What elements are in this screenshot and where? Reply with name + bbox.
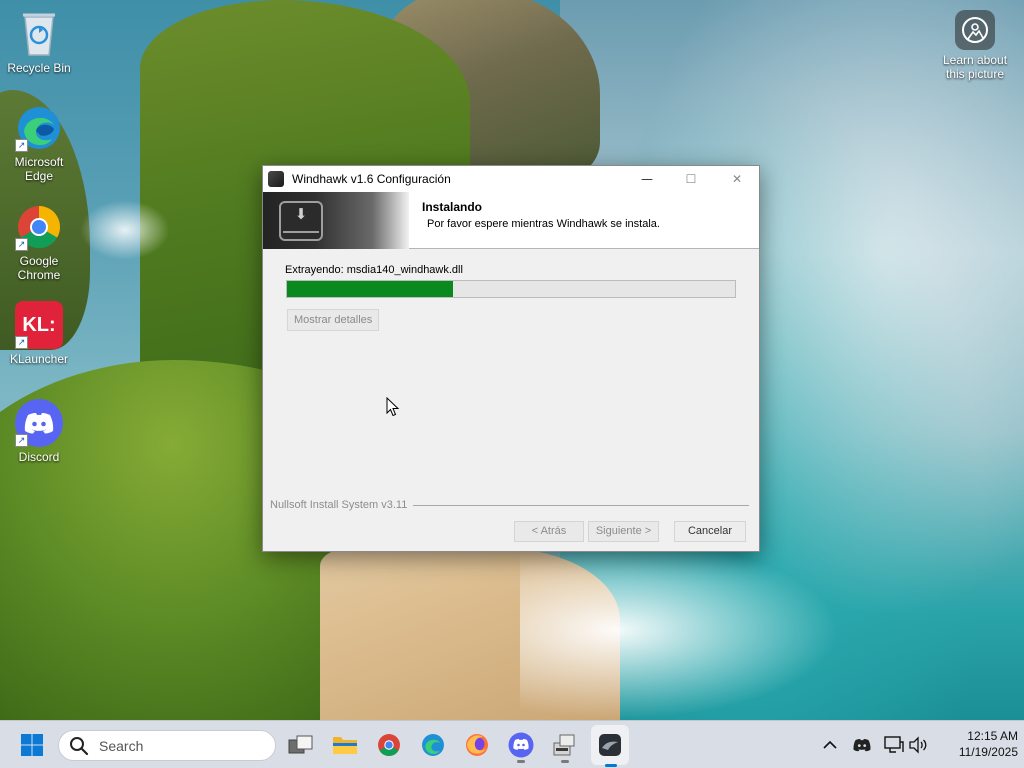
installer-icon — [553, 734, 575, 756]
start-button[interactable] — [16, 729, 48, 761]
recycle-bin-label: Recycle Bin — [7, 61, 71, 75]
maximize-button[interactable]: ☐ — [669, 166, 713, 192]
discord-icon: ↗ — [15, 399, 63, 447]
network-icon — [884, 736, 904, 753]
window-titlebar[interactable]: Windhawk v1.6 Configuración — ☐ ✕ — [263, 166, 759, 192]
nsis-branding: Nullsoft Install System v3.11 — [270, 499, 408, 511]
clock-time: 12:15 AM — [967, 729, 1018, 743]
desktop-icon-recycle-bin[interactable]: Recycle Bin — [1, 10, 77, 75]
running-indicator — [561, 760, 569, 763]
branding-divider — [413, 505, 749, 506]
show-details-button[interactable]: Mostrar detalles — [287, 309, 380, 331]
task-view-icon — [288, 735, 313, 754]
firefox-taskbar-button[interactable] — [461, 729, 493, 761]
progress-fill — [287, 281, 453, 297]
installer-taskbar-button[interactable] — [549, 729, 581, 763]
desktop-icon-discord[interactable]: ↗ Discord — [1, 399, 77, 464]
tray-discord-button[interactable] — [846, 729, 878, 761]
desktop-icon-learn-about-picture[interactable]: Learn about this picture — [937, 10, 1013, 81]
wallpaper-waves — [520, 540, 840, 720]
running-indicator — [517, 760, 525, 763]
speaker-icon — [909, 736, 927, 754]
edge-label-line2: Edge — [24, 169, 54, 183]
header-subtitle: Por favor espere mientras Windhawk se in… — [427, 218, 660, 230]
discord-icon — [853, 739, 871, 752]
chrome-label-line1: Google — [19, 254, 59, 268]
recycle-bin-icon — [15, 10, 63, 58]
back-button[interactable]: < Atrás — [514, 521, 584, 542]
shortcut-arrow-icon: ↗ — [15, 434, 28, 447]
edge-taskbar-button[interactable] — [417, 729, 449, 761]
show-hidden-icons-button[interactable] — [814, 729, 846, 761]
discord-taskbar-button[interactable] — [505, 729, 537, 763]
wallpaper-surf — [80, 200, 170, 260]
learn-label-line1: Learn about — [942, 53, 1008, 67]
chrome-taskbar-button[interactable] — [373, 729, 405, 761]
spotlight-icon — [955, 10, 995, 50]
status-text: Extrayendo: msdia140_windhawk.dll — [285, 264, 463, 276]
learn-label-line2: this picture — [945, 67, 1005, 81]
chevron-up-icon — [823, 740, 837, 749]
chrome-icon — [378, 734, 400, 756]
close-button[interactable]: ✕ — [715, 166, 759, 192]
task-view-button[interactable] — [285, 729, 317, 761]
firefox-icon — [466, 734, 488, 756]
desktop-icon-klauncher[interactable]: KL: ↗ KLauncher — [1, 301, 77, 366]
windhawk-icon — [599, 734, 621, 756]
header-title: Instalando — [422, 200, 483, 214]
mouse-cursor-icon — [386, 397, 400, 417]
next-button[interactable]: Siguiente > — [588, 521, 659, 542]
edge-icon: ↗ — [15, 104, 63, 152]
cancel-button[interactable]: Cancelar — [674, 521, 746, 542]
desktop-icon-chrome[interactable]: ↗ Google Chrome — [1, 203, 77, 282]
chrome-label-line2: Chrome — [17, 268, 61, 282]
discord-label: Discord — [18, 450, 60, 464]
file-explorer-button[interactable] — [329, 729, 361, 761]
header-image: ⬇ — [263, 192, 409, 249]
klauncher-label: KLauncher — [9, 352, 69, 366]
klauncher-icon: KL: ↗ — [15, 301, 63, 349]
header-band: ⬇ Instalando Por favor espere mientras W… — [263, 192, 759, 249]
volume-button[interactable] — [902, 729, 934, 761]
edge-icon — [422, 734, 444, 756]
taskbar: Search 12:15 AM 11/19/2025 — [0, 720, 1024, 768]
windhawk-taskbar-button[interactable] — [591, 725, 629, 767]
taskbar-search-box[interactable]: Search — [58, 730, 276, 761]
shortcut-arrow-icon: ↗ — [15, 139, 28, 152]
desktop-icon-edge[interactable]: ↗ Microsoft Edge — [1, 104, 77, 183]
windhawk-app-icon — [268, 171, 284, 187]
shortcut-arrow-icon: ↗ — [15, 336, 28, 349]
active-indicator — [605, 764, 617, 767]
install-body: Extrayendo: msdia140_windhawk.dll Mostra… — [263, 249, 759, 551]
folder-icon — [333, 737, 357, 754]
search-icon — [70, 736, 89, 755]
windows-logo-icon — [21, 734, 43, 756]
chrome-icon: ↗ — [15, 203, 63, 251]
installer-window: Windhawk v1.6 Configuración — ☐ ✕ ⬇ Inst… — [262, 165, 760, 552]
window-title: Windhawk v1.6 Configuración — [292, 172, 451, 186]
progress-bar — [286, 280, 736, 298]
search-placeholder: Search — [99, 737, 144, 754]
clock[interactable]: 12:15 AM 11/19/2025 — [934, 729, 1018, 759]
edge-label-line1: Microsoft — [14, 155, 64, 169]
disk-download-icon: ⬇ — [279, 201, 323, 241]
discord-icon — [508, 732, 534, 758]
shortcut-arrow-icon: ↗ — [15, 238, 28, 251]
clock-date: 11/19/2025 — [958, 745, 1018, 759]
minimize-button[interactable]: — — [625, 166, 669, 192]
